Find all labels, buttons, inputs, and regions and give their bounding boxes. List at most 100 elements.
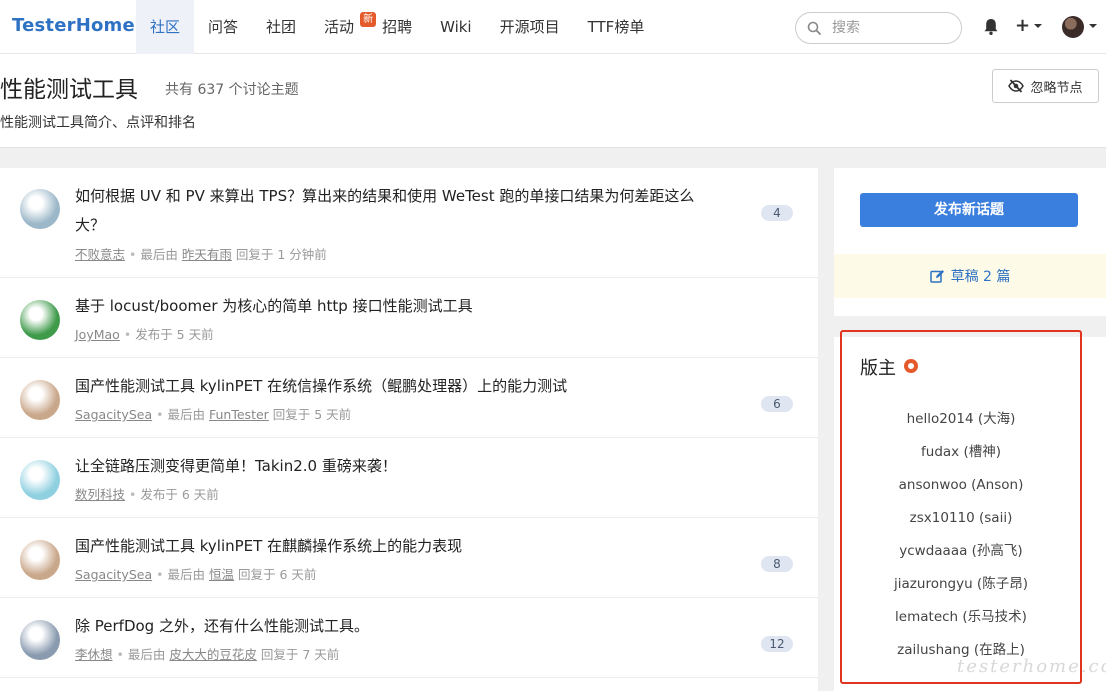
nav-item[interactable]: 活动新 — [310, 0, 377, 54]
topic-meta: JoyMao • 发布于 5 天前 — [75, 324, 214, 343]
nav-item[interactable]: TTF榜单 — [574, 0, 659, 54]
last-reply-user-link[interactable]: 昨天有雨 — [182, 247, 232, 262]
user-avatar[interactable] — [1062, 16, 1084, 38]
moderator-link[interactable]: hello2014 (大海) — [842, 403, 1080, 436]
meta-separator: • — [123, 327, 132, 342]
reply-count-badge[interactable]: 6 — [761, 396, 793, 412]
node-header: 性能测试工具 共有 637 个讨论主题 性能测试工具简介、点评和排名 忽略节点 — [0, 54, 1106, 148]
topic-author-link[interactable]: 不败意志 — [75, 247, 125, 262]
topic-row[interactable]: 国产性能测试工具 kylinPET 在统信操作系统（鲲鹏处理器）上的能力测试 Sa… — [0, 358, 818, 438]
nav-item-label: 活动 — [324, 18, 355, 36]
ignore-node-button[interactable]: 忽略节点 — [992, 69, 1099, 103]
topic-time: 回复于 7 天前 — [260, 647, 340, 662]
drafts-label: 草稿 2 篇 — [950, 269, 1011, 285]
topic-title-link[interactable]: 国产性能测试工具 kylinPET 在麒麟操作系统上的能力表现 — [75, 532, 715, 561]
nav-item-label: 社区 — [150, 18, 181, 36]
meta-separator: • — [129, 247, 137, 262]
search-box[interactable] — [795, 12, 962, 44]
new-topic-button[interactable]: 发布新话题 — [860, 193, 1078, 227]
ignore-node-label: 忽略节点 — [1030, 80, 1083, 96]
author-avatar[interactable] — [20, 380, 60, 420]
drafts-link[interactable]: 草稿 2 篇 — [834, 254, 1106, 298]
topic-author-link[interactable]: 李休想 — [75, 647, 113, 662]
last-reply-user-link[interactable]: FunTester — [209, 407, 269, 422]
topic-time: 发布于 6 天前 — [140, 487, 219, 502]
top-navbar: TesterHome 社区 问答 社团活动新招聘 Wiki 开源项目 TTF榜单 + — [0, 0, 1106, 54]
nav-item[interactable]: 社区 — [136, 0, 195, 54]
meta-separator: • — [156, 407, 164, 422]
node-description: 性能测试工具简介、点评和排名 — [0, 115, 196, 131]
nav-item[interactable]: Wiki — [426, 0, 486, 54]
topic-author-link[interactable]: 数列科技 — [75, 487, 125, 502]
nav-item-label: 社团 — [266, 18, 297, 36]
last-reply-user-link[interactable]: 恒温 — [209, 567, 234, 582]
moderator-link[interactable]: zsx10110 (saii) — [842, 502, 1080, 535]
topic-row[interactable]: 让全链路压测变得更简单！Takin2.0 重磅来袭！ 数列科技 • 发布于 6 天前 — [0, 438, 818, 518]
nav-item[interactable]: 问答 — [194, 0, 252, 54]
topic-time: 回复于 6 天前 — [238, 567, 317, 582]
nav-item-label: 开源项目 — [499, 18, 560, 36]
last-reply-user-link[interactable]: 皮大大的豆花皮 — [169, 647, 257, 662]
topic-title-link[interactable]: 基于 locust/boomer 为核心的简单 http 接口性能测试工具 — [75, 292, 715, 321]
topic-meta: 不败意志 • 最后由 昨天有雨 回复于 1 分钟前 — [75, 244, 327, 263]
author-avatar[interactable] — [20, 189, 60, 229]
author-avatar[interactable] — [20, 300, 60, 340]
topic-list: 如何根据 UV 和 PV 来算出 TPS？算出来的结果和使用 WeTest 跑的… — [0, 168, 818, 691]
nav-item-label: 问答 — [208, 18, 239, 36]
create-menu-button[interactable]: + — [1015, 16, 1030, 36]
topic-meta: SagacitySea • 最后由 恒温 回复于 6 天前 — [75, 564, 316, 583]
topic-meta: 数列科技 • 发布于 6 天前 — [75, 484, 219, 503]
topic-author-link[interactable]: SagacitySea — [75, 567, 152, 582]
nav-item-label: TTF榜单 — [587, 18, 645, 36]
meta-separator: • — [156, 567, 164, 582]
topic-title-link[interactable]: 如何根据 UV 和 PV 来算出 TPS？算出来的结果和使用 WeTest 跑的… — [75, 182, 715, 240]
author-avatar[interactable] — [20, 540, 60, 580]
last-reply-label: 最后由 — [167, 407, 206, 422]
nav-menu: 社区 问答 社团 活动新招聘 Wiki 开源项目 TTF榜单 — [136, 0, 658, 54]
search-icon — [807, 21, 821, 35]
moderators-list: hello2014 (大海) fudax (槽神) ansonwoo (Anson)… — [842, 403, 1080, 667]
topic-title-link[interactable]: 让全链路压测变得更简单！Takin2.0 重磅来袭！ — [75, 452, 715, 481]
author-avatar[interactable] — [20, 620, 60, 660]
nav-item-label: 招聘 — [382, 18, 413, 36]
reply-count-badge[interactable]: 12 — [761, 636, 793, 652]
topic-time: 发布于 5 天前 — [135, 327, 214, 342]
moderator-link[interactable]: ansonwoo (Anson) — [842, 469, 1080, 502]
notification-bell-icon[interactable] — [983, 18, 999, 36]
moderator-link[interactable]: jiazurongyu (陈子昂) — [842, 568, 1080, 601]
nav-item[interactable]: 社团 — [252, 0, 310, 54]
nav-item[interactable]: 开源项目 — [486, 0, 574, 54]
topic-author-link[interactable]: SagacitySea — [75, 407, 152, 422]
topic-row[interactable]: 如何根据 UV 和 PV 来算出 TPS？算出来的结果和使用 WeTest 跑的… — [0, 168, 818, 278]
site-watermark: testerhome.com — [957, 656, 1106, 677]
topic-title-link[interactable]: 除 PerfDog 之外，还有什么性能测试工具。 — [75, 612, 715, 641]
topic-meta: SagacitySea • 最后由 FunTester 回复于 5 天前 — [75, 404, 351, 423]
topic-author-link[interactable]: JoyMao — [75, 327, 120, 342]
eye-slash-icon — [1008, 79, 1025, 93]
topic-time: 回复于 5 天前 — [272, 407, 352, 422]
reply-count-badge[interactable]: 8 — [761, 556, 793, 572]
node-topic-count: 共有 637 个讨论主题 — [165, 82, 299, 98]
meta-separator: • — [129, 487, 137, 502]
sidebar-actions-panel: 发布新话题 草稿 2 篇 — [834, 168, 1106, 316]
nav-item-label: Wiki — [440, 18, 472, 36]
create-menu-caret-icon — [1034, 24, 1042, 28]
topic-row[interactable]: 除 PerfDog 之外，还有什么性能测试工具。李休想 • 最后由 皮大大的豆花皮 … — [0, 598, 818, 678]
reply-count-badge[interactable]: 4 — [761, 205, 793, 221]
topic-meta: 李休想 • 最后由 皮大大的豆花皮 回复于 7 天前 — [75, 644, 339, 663]
moderator-link[interactable]: lematech (乐马技术) — [842, 601, 1080, 634]
brand-logo[interactable]: TesterHome — [12, 15, 135, 36]
search-input[interactable] — [832, 19, 952, 37]
nav-item[interactable]: 招聘 — [368, 0, 426, 54]
topic-row[interactable]: 国产性能测试工具 kylinPET 在麒麟操作系统上的能力表现 SagacityS… — [0, 518, 818, 598]
moderator-badge-icon — [904, 359, 918, 373]
topic-time: 回复于 1 分钟前 — [235, 247, 327, 262]
moderator-link[interactable]: ycwdaaaa (孙高飞) — [842, 535, 1080, 568]
meta-separator: • — [116, 647, 124, 662]
user-menu-caret-icon — [1089, 24, 1097, 28]
topic-row[interactable]: 基于 locust/boomer 为核心的简单 http 接口性能测试工具 Joy… — [0, 278, 818, 358]
topic-title-link[interactable]: 国产性能测试工具 kylinPET 在统信操作系统（鲲鹏处理器）上的能力测试 — [75, 372, 715, 401]
author-avatar[interactable] — [20, 460, 60, 500]
last-reply-label: 最后由 — [140, 247, 178, 262]
moderator-link[interactable]: fudax (槽神) — [842, 436, 1080, 469]
